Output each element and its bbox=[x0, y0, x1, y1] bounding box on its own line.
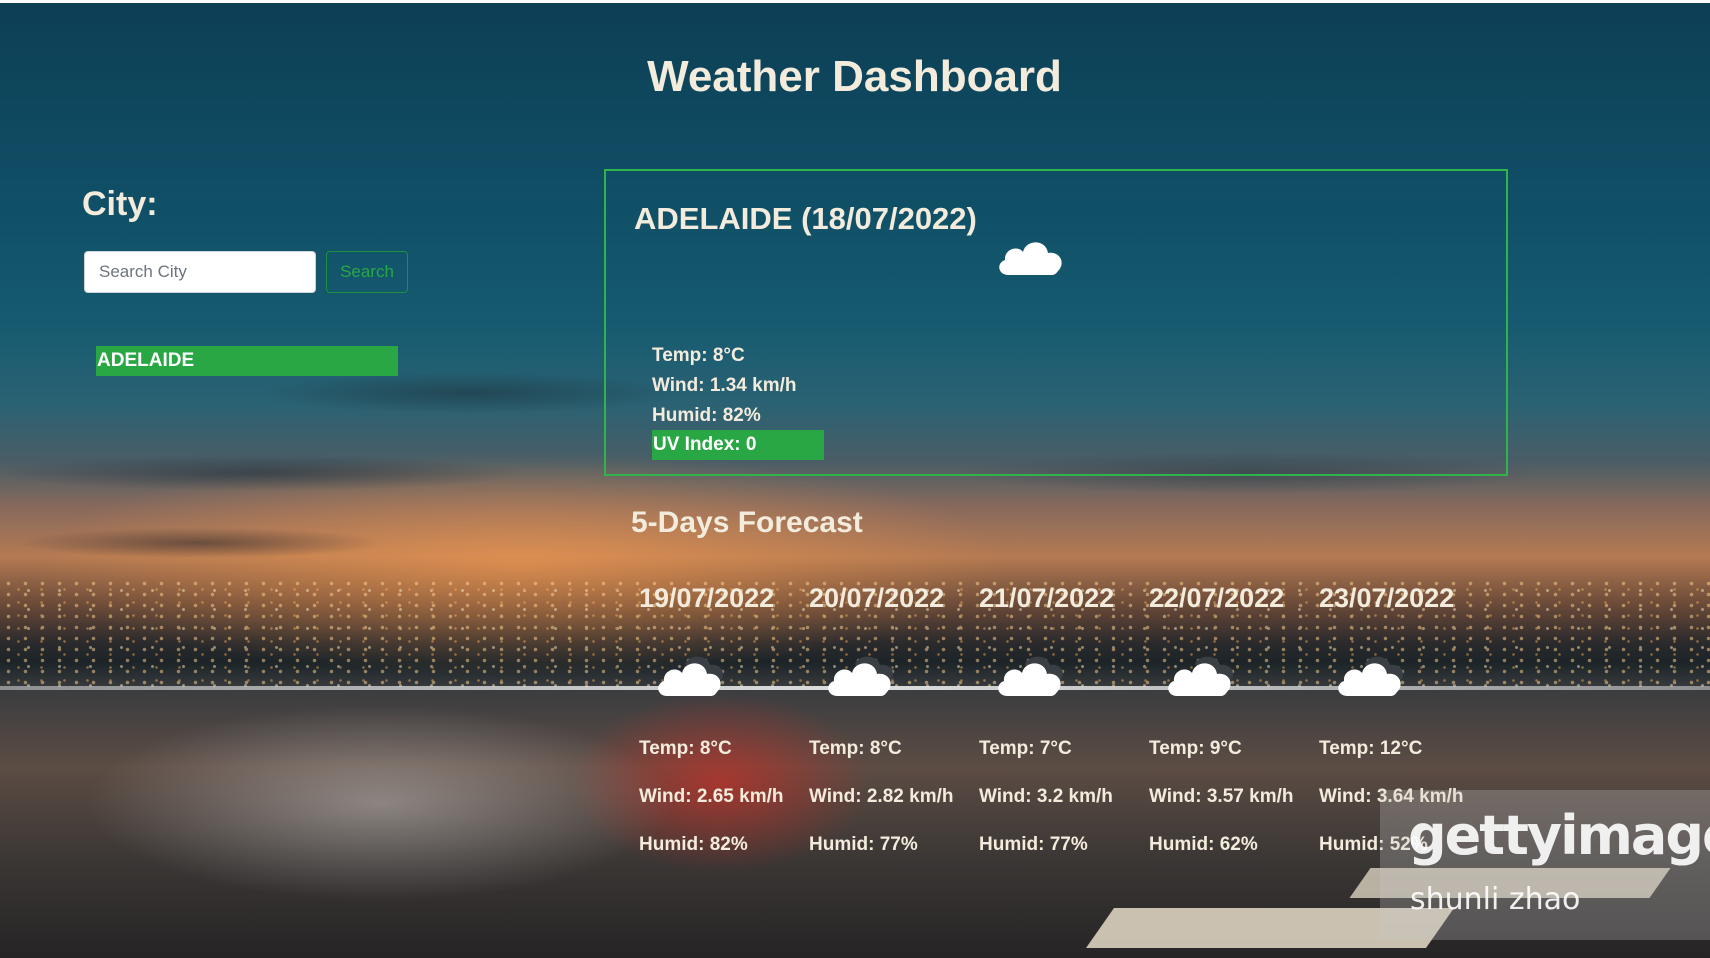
current-stats: Temp: 8°C Wind: 1.34 km/h Humid: 82% bbox=[652, 341, 796, 431]
current-humidity: Humid: 82% bbox=[652, 405, 761, 426]
forecast-temp: Temp: 9°C bbox=[1149, 738, 1242, 759]
forecast-title: 5-Days Forecast bbox=[631, 506, 863, 539]
forecast-temp: Temp: 7°C bbox=[979, 738, 1072, 759]
cloud-icon bbox=[658, 656, 724, 696]
current-temp: Temp: 8°C bbox=[652, 345, 745, 366]
cloud-icon bbox=[1338, 656, 1404, 696]
current-city-title: ADELAIDE (18/07/2022) bbox=[634, 201, 977, 236]
forecast-date: 20/07/2022 bbox=[809, 583, 945, 613]
cloud-icon bbox=[999, 242, 1062, 275]
history-item-adelaide[interactable]: ADELAIDE bbox=[96, 346, 398, 376]
cloud-icon bbox=[1168, 656, 1234, 696]
forecast-day-card: 22/07/2022 Temp: 9°C Wind: 3.57 km/h Humid:… bbox=[1149, 580, 1319, 855]
watermark: gettyimages shunli zhao bbox=[1380, 790, 1710, 940]
forecast-date: 21/07/2022 bbox=[979, 583, 1115, 613]
forecast-temp: Temp: 8°C bbox=[809, 738, 902, 759]
forecast-date: 22/07/2022 bbox=[1149, 583, 1285, 613]
forecast-date: 19/07/2022 bbox=[639, 583, 775, 613]
forecast-humidity: Humid: 82% bbox=[639, 834, 748, 855]
watermark-brand: gettyimages bbox=[1408, 804, 1710, 867]
current-wind: Wind: 1.34 km/h bbox=[652, 375, 797, 396]
forecast-day-card: 23/07/2022 Temp: 12°C Wind: 3.64 km/h Humid… bbox=[1319, 580, 1489, 855]
search-button[interactable]: Search bbox=[326, 251, 408, 293]
city-label: City: bbox=[82, 185, 158, 223]
forecast-temp: Temp: 8°C bbox=[639, 738, 732, 759]
forecast-humidity: Humid: 77% bbox=[979, 834, 1088, 855]
forecast-date: 23/07/2022 bbox=[1319, 583, 1455, 613]
cloud-icon bbox=[828, 656, 894, 696]
forecast-day-card: 20/07/2022 Temp: 8°C Wind: 2.82 km/h Humid:… bbox=[809, 580, 979, 855]
cloud-icon bbox=[998, 656, 1064, 696]
forecast-stats: Temp: 9°C Wind: 3.57 km/h Humid: 62% bbox=[1149, 734, 1293, 878]
forecast-temp: Temp: 12°C bbox=[1319, 738, 1423, 759]
forecast-wind: Wind: 2.82 km/h bbox=[809, 786, 954, 807]
forecast-wind: Wind: 2.65 km/h bbox=[639, 786, 784, 807]
forecast-day-card: 19/07/2022 Temp: 8°C Wind: 2.65 km/h Humid:… bbox=[639, 580, 809, 855]
forecast-stats: Temp: 7°C Wind: 3.2 km/h Humid: 77% bbox=[979, 734, 1113, 878]
forecast-wind: Wind: 3.57 km/h bbox=[1149, 786, 1294, 807]
search-input[interactable] bbox=[84, 251, 316, 293]
forecast-wind: Wind: 3.2 km/h bbox=[979, 786, 1113, 807]
forecast-humidity: Humid: 77% bbox=[809, 834, 918, 855]
current-weather-card: ADELAIDE (18/07/2022) Temp: 8°C Wind: 1.… bbox=[604, 169, 1508, 476]
forecast-stats: Temp: 8°C Wind: 2.82 km/h Humid: 77% bbox=[809, 734, 953, 878]
forecast-stats: Temp: 8°C Wind: 2.65 km/h Humid: 82% bbox=[639, 734, 783, 878]
forecast-humidity: Humid: 62% bbox=[1149, 834, 1258, 855]
page-title: Weather Dashboard bbox=[647, 52, 1062, 101]
uv-index-badge: UV Index: 0 bbox=[652, 430, 824, 460]
watermark-author: shunli zhao bbox=[1410, 882, 1581, 917]
forecast-day-card: 21/07/2022 Temp: 7°C Wind: 3.2 km/h Humid: … bbox=[979, 580, 1149, 855]
